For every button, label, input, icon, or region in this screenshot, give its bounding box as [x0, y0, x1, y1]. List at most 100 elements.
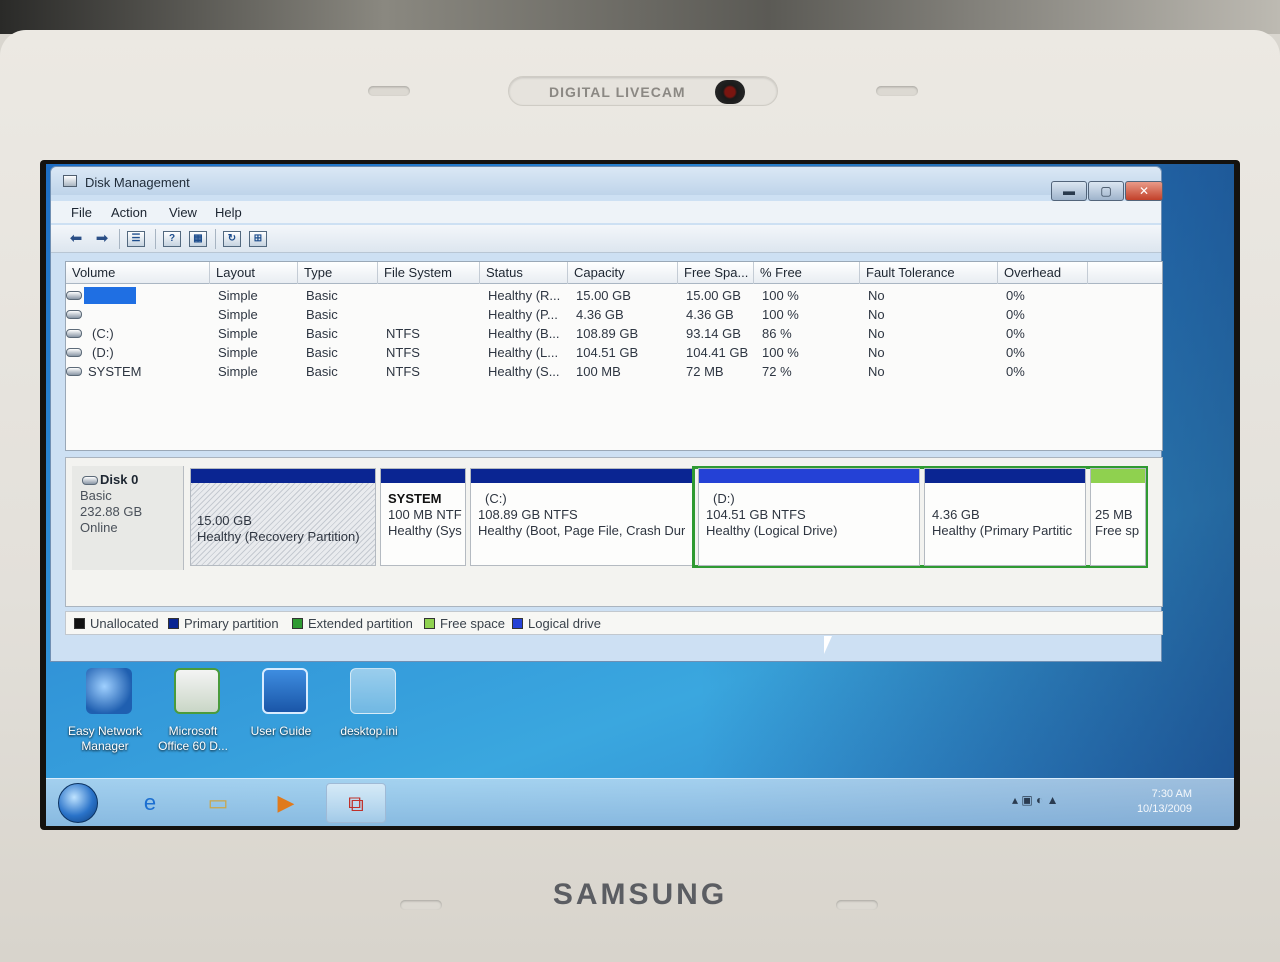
disk-0-info[interactable]: Disk 0 Basic 232.88 GB Online [72, 466, 184, 570]
partition-status: Healthy (Boot, Page File, Crash Dur [478, 523, 686, 538]
toolbox-icon[interactable]: ⧉ [326, 783, 386, 823]
column-volume[interactable]: Volume [66, 262, 210, 284]
table-row[interactable]: Simple Basic Healthy (P... 4.36 GB 4.36 … [66, 305, 1162, 324]
file-explorer-icon[interactable]: ▭ [188, 783, 248, 823]
console-tree-icon[interactable]: ☰ [127, 231, 145, 247]
cell-status: Healthy (P... [488, 307, 558, 322]
table-row[interactable]: (D:) Simple Basic NTFS Healthy (L... 104… [66, 343, 1162, 362]
background-strip [0, 0, 1280, 34]
rescan-icon[interactable]: ⊞ [249, 231, 267, 247]
cell-free-space: 72 MB [686, 364, 724, 379]
network-manager-icon [86, 668, 132, 714]
cell-volume [66, 305, 210, 324]
toolbar: ⬅ ➡ ☰ ? ▦ ↻ ⊞ [51, 225, 1161, 253]
cell-type: Basic [306, 345, 338, 360]
close-button[interactable]: ✕ [1125, 181, 1163, 201]
menu-bar: File Action View Help [51, 201, 1161, 223]
partition-recovery[interactable]: 15.00 GB Healthy (Recovery Partition) [190, 468, 376, 566]
partition-size: 25 MB [1095, 507, 1133, 522]
menu-view[interactable]: View [169, 205, 197, 220]
legend-swatch-extended [292, 618, 303, 629]
legend-swatch-free [424, 618, 435, 629]
cell-layout: Simple [218, 345, 258, 360]
back-arrow-icon[interactable]: ⬅ [65, 230, 87, 248]
cell-layout: Simple [218, 288, 258, 303]
disk-volume-icon [66, 291, 82, 300]
cell-status: Healthy (R... [488, 288, 561, 303]
menu-file[interactable]: File [71, 205, 92, 220]
volume-name: (C:) [92, 326, 114, 341]
column-overhead[interactable]: Overhead [998, 262, 1088, 284]
partition-size: 104.51 GB NTFS [706, 507, 806, 522]
disk-type: Basic [80, 488, 112, 503]
disk-graphical-view: Disk 0 Basic 232.88 GB Online 15.00 GB H… [65, 457, 1163, 607]
legend: Unallocated Primary partition Extended p… [65, 611, 1163, 635]
desktop-icon-easy-network-manager[interactable]: Easy Network Manager [60, 664, 150, 760]
table-row[interactable]: (C:) Simple Basic NTFS Healthy (B... 108… [66, 324, 1162, 343]
cell-layout: Simple [218, 307, 258, 322]
cell-fault-tolerance: No [868, 288, 885, 303]
cell-status: Healthy (S... [488, 364, 560, 379]
partition-system[interactable]: SYSTEM 100 MB NTF Healthy (Sys [380, 468, 466, 566]
menu-action[interactable]: Action [111, 205, 147, 220]
media-player-icon[interactable]: ▶ [256, 783, 316, 823]
properties-icon[interactable]: ▦ [189, 231, 207, 247]
column-free-space[interactable]: Free Spa... [678, 262, 754, 284]
desktop-icon-desktop-ini[interactable]: desktop.ini [324, 664, 414, 760]
cell-volume [66, 286, 210, 305]
cell-free-space: 104.41 GB [686, 345, 749, 360]
internet-explorer-icon[interactable]: e [120, 783, 180, 823]
cell-overhead: 0% [1006, 307, 1025, 322]
cell-file-system: NTFS [386, 345, 420, 360]
disk-management-window: Disk Management ▬ ▢ ✕ File Action View H… [50, 166, 1163, 662]
cell-percent-free: 100 % [762, 345, 799, 360]
minimize-button[interactable]: ▬ [1051, 181, 1087, 201]
table-row[interactable]: SYSTEM Simple Basic NTFS Healthy (S... 1… [66, 362, 1162, 381]
cell-free-space: 15.00 GB [686, 288, 741, 303]
volume-name: SYSTEM [88, 364, 142, 379]
start-button[interactable] [58, 783, 98, 823]
disk-size: 232.88 GB [80, 504, 143, 519]
title-bar[interactable]: Disk Management [51, 167, 1161, 195]
column-file-system[interactable]: File System [378, 262, 480, 284]
column-layout[interactable]: Layout [210, 262, 298, 284]
column-percent-free[interactable]: % Free [754, 262, 860, 284]
cell-capacity: 104.51 GB [576, 345, 639, 360]
partition-c-drive[interactable]: (C:) 108.89 GB NTFS Healthy (Boot, Page … [470, 468, 694, 566]
column-fault-tolerance[interactable]: Fault Tolerance [860, 262, 998, 284]
partition-status: Healthy (Sys [388, 523, 462, 538]
partition-d-drive[interactable]: (D:) 104.51 GB NTFS Healthy (Logical Dri… [698, 468, 920, 566]
cell-layout: Simple [218, 364, 258, 379]
tray-icons[interactable]: ▴ ▣ ◐ ▲ [1012, 793, 1059, 807]
brand-logo: SAMSUNG [552, 878, 728, 911]
volume-list-header: Volume Layout Type File System Status Ca… [66, 262, 1162, 284]
column-status[interactable]: Status [480, 262, 568, 284]
partition-label: (D:) [713, 491, 735, 506]
volume-list: Volume Layout Type File System Status Ca… [65, 261, 1163, 451]
partition-label: SYSTEM [388, 491, 442, 506]
help-icon[interactable]: ? [163, 231, 181, 247]
webcam: DIGITAL LIVECAM [508, 76, 778, 106]
taskbar-clock[interactable]: 7:30 AM 10/13/2009 [1112, 787, 1192, 817]
refresh-icon[interactable]: ↻ [223, 231, 241, 247]
partition-bar-logical [699, 469, 919, 483]
desktop-icon-microsoft-office[interactable]: Microsoft Office 60 D... [148, 664, 238, 760]
legend-swatch-primary [168, 618, 179, 629]
partition-bar-primary [471, 469, 693, 483]
partition-primary-4gb[interactable]: 4.36 GB Healthy (Primary Partitic [924, 468, 1086, 566]
volume-name: (D:) [92, 345, 114, 360]
table-row[interactable]: Simple Basic Healthy (R... 15.00 GB 15.0… [66, 286, 1162, 305]
mouse-cursor-icon [824, 636, 840, 654]
legend-free: Free space [440, 616, 506, 631]
forward-arrow-icon[interactable]: ➡ [91, 230, 113, 248]
cell-free-space: 4.36 GB [686, 307, 734, 322]
partition-status: Healthy (Primary Partitic [932, 523, 1073, 538]
partition-bar-primary [925, 469, 1085, 483]
desktop-icon-user-guide[interactable]: User Guide [236, 664, 326, 760]
maximize-button[interactable]: ▢ [1088, 181, 1124, 201]
partition-free-space[interactable]: 25 MB Free sp [1090, 468, 1146, 566]
column-type[interactable]: Type [298, 262, 378, 284]
desktop-icon-label: User Guide [250, 724, 312, 738]
column-capacity[interactable]: Capacity [568, 262, 678, 284]
menu-help[interactable]: Help [215, 205, 242, 220]
